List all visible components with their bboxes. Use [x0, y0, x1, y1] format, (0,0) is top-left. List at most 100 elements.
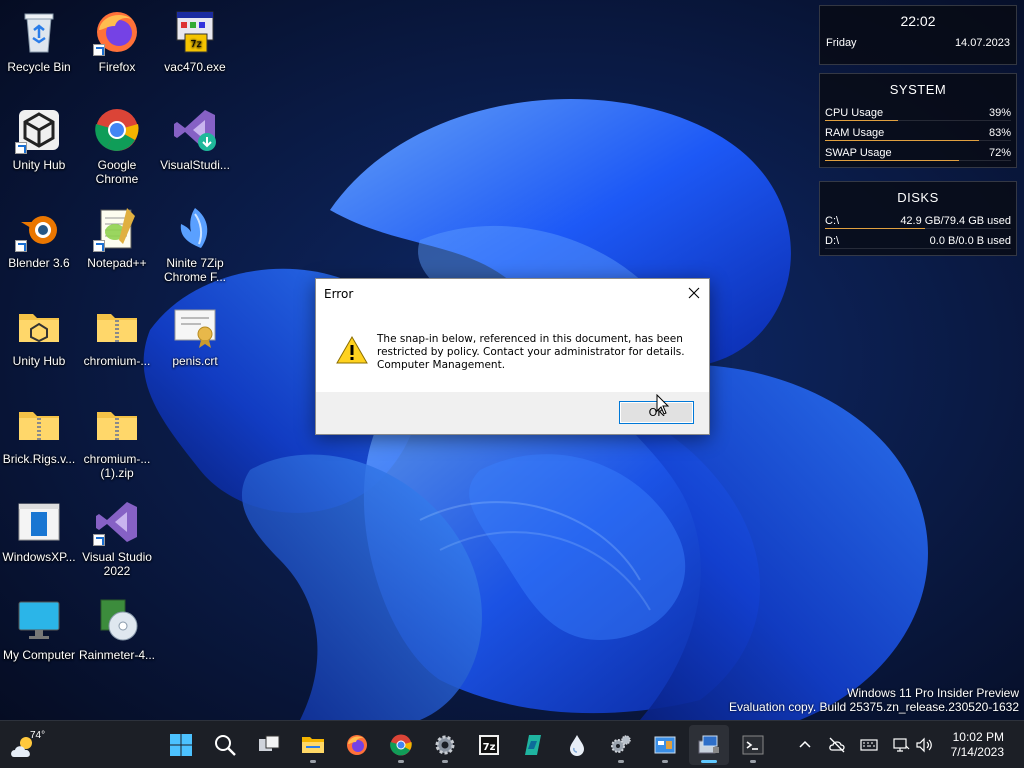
- mouse-cursor-icon: [656, 394, 670, 415]
- desktop-icon-chromium-zip[interactable]: chromium-...: [78, 302, 156, 368]
- taskbar-file-explorer-button[interactable]: [293, 725, 333, 765]
- show-hidden-icons-button[interactable]: [793, 733, 817, 757]
- unity-folder-icon: [15, 302, 63, 350]
- disks-widget-title: DISKS: [897, 190, 939, 205]
- tray-clock[interactable]: 10:02 PM 7/14/2023: [951, 730, 1004, 760]
- desktop-icon-visual-studio-2022[interactable]: Visual Studio 2022: [78, 498, 156, 578]
- monitor-icon: [15, 596, 63, 644]
- error-dialog: Error The snap-in below, referenced in t…: [315, 278, 710, 435]
- dialog-titlebar[interactable]: Error: [316, 279, 709, 309]
- desktop-icon-recycle-bin[interactable]: Recycle Bin: [0, 8, 78, 74]
- taskbar-chrome-button[interactable]: [381, 725, 421, 765]
- weather-widget[interactable]: 74°: [8, 727, 48, 763]
- shortcut-arrow-icon: [93, 240, 105, 252]
- desktop-icon-unity-hub[interactable]: Unity Hub: [0, 106, 78, 172]
- desktop-icon-label: Notepad++: [87, 256, 147, 270]
- desktop-icon-my-computer[interactable]: My Computer: [0, 596, 78, 662]
- taskbar-start-button[interactable]: [161, 725, 201, 765]
- desktop-icon-brick-rigs[interactable]: Brick.Rigs.v...: [0, 400, 78, 466]
- clock-widget: 22:02 Friday 14.07.2023: [819, 5, 1017, 65]
- network-tray-button[interactable]: [889, 733, 913, 757]
- desktop-icon-firefox[interactable]: Firefox: [78, 8, 156, 74]
- usage-bar-fill: [825, 120, 898, 121]
- shortcut-arrow-icon: [93, 44, 105, 56]
- taskbar-search-button[interactable]: [205, 725, 245, 765]
- blender-icon: [15, 204, 63, 252]
- stat-value: 72%: [988, 147, 1011, 159]
- widget-clock-date: 14.07.2023: [954, 37, 1010, 49]
- running-indicator: [750, 760, 756, 763]
- stat-value: 39%: [988, 107, 1011, 119]
- desktop-icon-windowsxp[interactable]: WindowsXP...: [0, 498, 78, 564]
- unity-icon: [15, 106, 63, 154]
- firefox-icon: [93, 8, 141, 56]
- taskbar-computer-management-button[interactable]: [689, 725, 729, 765]
- chrome-icon: [93, 106, 141, 154]
- firefox-icon: [347, 735, 367, 755]
- dialog-message: The snap-in below, referenced in this do…: [377, 333, 697, 372]
- desktop-icon-blender[interactable]: Blender 3.6: [0, 204, 78, 270]
- desktop-icon-label: Firefox: [98, 60, 136, 74]
- desktop-icon-google-chrome[interactable]: Google Chrome: [78, 106, 156, 186]
- seven-zip-icon: 7z: [479, 735, 499, 755]
- control-panel-icon: [654, 736, 676, 754]
- disks-widget: DISKS C:\ 42.9 GB/79.4 GB used D:\ 0.0 B…: [819, 181, 1017, 256]
- usage-bar: [825, 160, 1011, 161]
- zip-folder-icon: [93, 400, 141, 448]
- taskbar-task-view-button[interactable]: [249, 725, 289, 765]
- volume-tray-button[interactable]: [912, 733, 936, 757]
- gear-icon: [435, 735, 455, 755]
- taskbar-services-button[interactable]: [601, 725, 641, 765]
- running-indicator: [398, 760, 404, 763]
- desktop-icon-rainmeter-setup[interactable]: Rainmeter-4...: [78, 596, 156, 662]
- keyboard-icon: [860, 739, 878, 751]
- shortcut-arrow-icon: [15, 240, 27, 252]
- speaker-icon: [916, 737, 932, 753]
- onedrive-tray-button[interactable]: [825, 733, 849, 757]
- system-widget: SYSTEM CPU Usage 39% RAM Usage 83% SWAP …: [819, 73, 1017, 168]
- running-indicator: [310, 760, 316, 763]
- chevron-up-icon: [799, 740, 811, 748]
- desktop-icon-label: Blender 3.6: [8, 256, 70, 270]
- recycle-bin-icon: [15, 8, 63, 56]
- desktop-icon-visualstudio-installer[interactable]: VisualStudi...: [156, 106, 234, 172]
- disk-c-row: C:\ 42.9 GB/79.4 GB used: [820, 211, 1016, 231]
- desktop-icon-vac470[interactable]: 7z vac470.exe: [156, 8, 234, 74]
- taskbar-azure-button[interactable]: [513, 725, 553, 765]
- swap-usage-row: SWAP Usage 72%: [820, 143, 1016, 163]
- desktop-icon-ninite[interactable]: Ninite 7Zip Chrome F...: [156, 204, 234, 284]
- keyboard-tray-button[interactable]: [857, 733, 881, 757]
- desktop-icon-label: Rainmeter-4...: [78, 648, 156, 662]
- zip-folder-icon: [15, 400, 63, 448]
- desktop-icon-chromium-zip-1[interactable]: chromium-... (1).zip: [78, 400, 156, 480]
- computer-management-icon: [698, 735, 719, 754]
- taskbar-settings-button[interactable]: [425, 725, 465, 765]
- windows-start-icon: [170, 734, 192, 756]
- desktop-icon-label: Google Chrome: [95, 158, 139, 186]
- desktop-icon-label: VisualStudi...: [160, 158, 230, 172]
- windows-watermark: Windows 11 Pro Insider Preview Evaluatio…: [729, 686, 1019, 714]
- taskbar-7zip-button[interactable]: 7z: [469, 725, 509, 765]
- desktop-icon-label: vac470.exe: [164, 60, 226, 74]
- taskbar-rainmeter-button[interactable]: [557, 725, 597, 765]
- taskbar: 74° 7z 10:02 PM 7/14/2023: [0, 720, 1024, 768]
- desktop-icon-unity-hub-folder[interactable]: Unity Hub: [0, 302, 78, 368]
- taskbar-firefox-button[interactable]: [337, 725, 377, 765]
- cloud-offline-icon: [829, 737, 845, 753]
- desktop-icon-certificate[interactable]: penis.crt: [156, 302, 234, 368]
- desktop-icon-label: Visual Studio 2022: [82, 550, 152, 578]
- dialog-message-line: restricted by policy. Contact your admin…: [377, 346, 685, 358]
- svg-text:7z: 7z: [190, 39, 202, 50]
- network-icon: [893, 738, 910, 752]
- close-button[interactable]: [679, 279, 709, 307]
- search-icon: [215, 735, 236, 756]
- usage-bar: [825, 248, 1011, 249]
- disk-d-row: D:\ 0.0 B/0.0 B used: [820, 231, 1016, 251]
- desktop-icon-notepad-plus-plus[interactable]: Notepad++: [78, 204, 156, 270]
- taskbar-control-panel-button[interactable]: [645, 725, 685, 765]
- desktop-icon-label: Unity Hub: [12, 354, 66, 368]
- usage-bar-fill: [825, 140, 980, 141]
- visual-studio-installer-icon: [171, 106, 219, 154]
- taskbar-terminal-button[interactable]: [733, 725, 773, 765]
- task-view-icon: [259, 735, 280, 751]
